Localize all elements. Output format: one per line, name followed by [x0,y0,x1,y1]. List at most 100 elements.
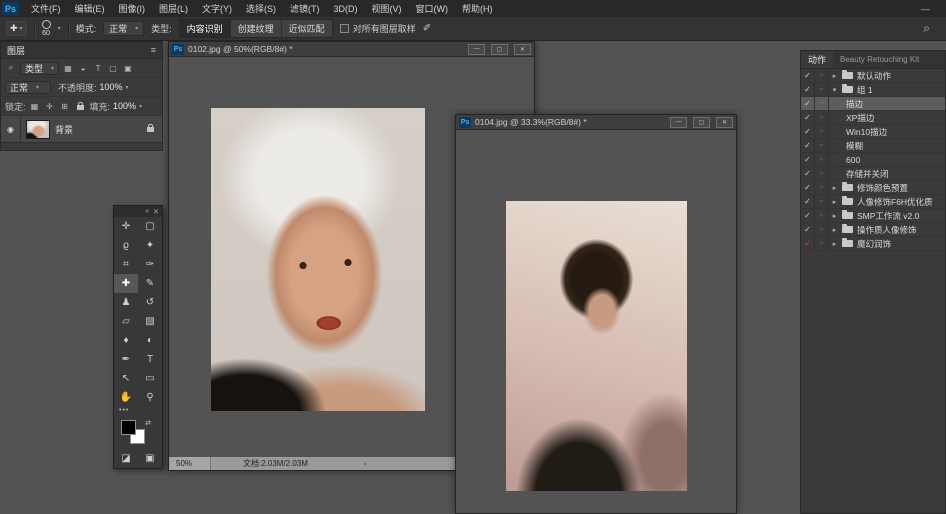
doc1-maximize-button[interactable]: ▢ [491,44,508,55]
chevron-down-icon[interactable]: ▾ [58,25,61,32]
layer-visibility-eye-icon[interactable]: ◉ [1,116,21,142]
menu-help[interactable]: 帮助(H) [455,0,500,17]
type-tool[interactable]: T [138,350,162,369]
smart-object-filter-icon[interactable]: ▣ [122,64,134,73]
dialog-toggle-icon[interactable]: ▫ [815,125,829,138]
gradient-tool[interactable]: ▧ [138,312,162,331]
layer-row-background[interactable]: ◉ 背景 [1,116,162,143]
search-icon[interactable]: ⌕ [923,21,940,36]
action-row-xp-stroke[interactable]: ✓ ▫ ▸ XP描边 [801,111,945,125]
swap-colors-icon[interactable]: ⇄ [145,419,151,427]
check-icon-red[interactable]: ✓ [801,237,815,250]
dialog-toggle-icon[interactable]: ▫ [815,209,829,222]
screen-mode-tool[interactable]: ▣ [138,449,162,468]
blur-tool[interactable]: ♦ [114,331,138,350]
fill-value[interactable]: 100% [113,101,136,111]
type-filter-icon[interactable]: T [92,64,104,73]
menu-filter[interactable]: 滤镜(T) [283,0,327,17]
shape-filter-icon[interactable]: ▢ [107,64,119,73]
action-row-group-1[interactable]: ✓ ▫ ▾ 组 1 [801,83,945,97]
menu-window[interactable]: 窗口(W) [409,0,456,17]
dialog-toggle-icon[interactable]: ▫ [815,69,829,82]
search-icon[interactable]: ⌕ [5,63,17,73]
doc2-canvas[interactable] [456,130,736,513]
pen-pressure-icon[interactable]: ✐ [423,23,431,34]
dialog-toggle-icon[interactable]: ▫ [815,167,829,180]
clone-stamp-tool[interactable]: ♟ [114,293,138,312]
check-icon[interactable]: ✓ [801,223,815,236]
check-icon[interactable]: ✓ [801,139,815,152]
pixel-filter-icon[interactable]: ▦ [62,64,74,73]
action-row-retouch-color-presets[interactable]: ✓ ▫ ▸ 修饰颜色预置 [801,181,945,195]
opacity-value[interactable]: 100% [100,82,123,92]
tab-layers[interactable]: 图层 [7,44,25,57]
lock-transparency-icon[interactable]: ▦ [29,102,41,111]
tab-actions[interactable]: 动作 [801,51,833,68]
check-icon[interactable]: ✓ [801,97,815,110]
action-row-default-actions[interactable]: ✓ ▫ ▸ 默认动作 [801,69,945,83]
doc1-close-button[interactable]: ✕ [514,44,531,55]
doc2-close-button[interactable]: ✕ [716,117,733,128]
menu-file[interactable]: 文件(F) [24,0,68,17]
dialog-toggle-icon[interactable]: ▫ [815,111,829,124]
lock-position-icon[interactable]: ✛ [44,102,56,111]
rectangle-tool[interactable]: ▭ [138,369,162,388]
check-icon[interactable]: ✓ [801,195,815,208]
check-icon[interactable]: ✓ [801,209,815,222]
dialog-toggle-icon[interactable]: ▫ [815,181,829,194]
check-icon[interactable]: ✓ [801,83,815,96]
create-texture-button[interactable]: 创建纹理 [231,20,282,37]
menu-type[interactable]: 文字(Y) [195,0,239,17]
dialog-toggle-icon[interactable]: ▫ [815,139,829,152]
panel-menu-icon[interactable]: ≡ [151,45,156,55]
check-icon[interactable]: ✓ [801,125,815,138]
dialog-toggle-icon[interactable]: ▫ [815,97,829,110]
history-brush-tool[interactable]: ↺ [138,293,162,312]
brush-preset-picker[interactable]: 60 [42,20,51,37]
content-aware-button[interactable]: 内容识别 [180,20,231,37]
action-row-win10-stroke[interactable]: ✓ ▫ ▸ Win10描边 [801,125,945,139]
move-tool[interactable]: ✛ [114,217,138,236]
brush-tool[interactable]: ✎ [138,274,162,293]
check-icon[interactable]: ✓ [801,69,815,82]
lasso-tool[interactable]: ϱ [114,236,138,255]
spot-healing-brush-tool[interactable]: ✚ [114,274,138,293]
hand-tool[interactable]: ✋ [114,388,138,407]
doc1-zoom-level[interactable]: 50% [169,457,211,470]
action-row-magic-retouch[interactable]: ✓ ▫ ▸ 魔幻润饰 [801,237,945,251]
collapse-icon[interactable]: « [145,208,149,215]
action-row-smp-workflow[interactable]: ✓ ▫ ▸ SMP工作流 v2.0 [801,209,945,223]
action-row-portrait-retouch-f6h[interactable]: ✓ ▫ ▸ 人像修饰F6H优化质 [801,195,945,209]
collapse-icon[interactable]: ▾ [829,86,840,94]
adjustment-filter-icon[interactable]: ◒ [77,64,89,73]
marquee-tool[interactable]: ▢ [138,217,162,236]
eyedropper-tool[interactable]: ✑ [138,255,162,274]
path-selection-tool[interactable]: ↖ [114,369,138,388]
filter-type-select[interactable]: 类型 ▾ [20,62,59,75]
expand-icon[interactable]: ▸ [829,226,840,234]
doc2-titlebar[interactable]: Ps 0104.jpg @ 33.3%(RGB/8#) * — ▢ ✕ [456,115,736,130]
quick-mask-tool[interactable]: ◪ [114,449,138,468]
edit-toolbar-dots-icon[interactable]: ••• [114,407,162,418]
pen-tool[interactable]: ✒ [114,350,138,369]
menu-view[interactable]: 视图(V) [365,0,409,17]
dialog-toggle-icon[interactable]: ▫ [815,83,829,96]
menu-select[interactable]: 选择(S) [239,0,283,17]
current-tool-preset[interactable]: ✚ ▾ [6,21,27,36]
dialog-toggle-icon[interactable]: ▫ [815,223,829,236]
check-icon[interactable]: ✓ [801,167,815,180]
photo-white-haired-woman[interactable] [211,108,425,411]
mode-select[interactable]: 正常 ▾ [103,21,144,36]
expand-icon[interactable]: ▸ [829,240,840,248]
action-row-600[interactable]: ✓ ▫ ▸ 600 [801,153,945,167]
photo-dark-bob-woman[interactable] [506,201,687,491]
layer-thumbnail[interactable] [26,120,50,139]
check-icon[interactable]: ✓ [801,181,815,194]
tab-beauty-retouching-kit[interactable]: Beauty Retouching Kit [833,51,926,68]
crop-tool[interactable]: ⌗ [114,255,138,274]
foreground-color-swatch[interactable] [121,420,136,435]
dialog-toggle-icon[interactable]: ▫ [815,237,829,250]
eraser-tool[interactable]: ▱ [114,312,138,331]
menu-layer[interactable]: 图层(L) [152,0,195,17]
lock-all-icon[interactable] [77,105,84,110]
